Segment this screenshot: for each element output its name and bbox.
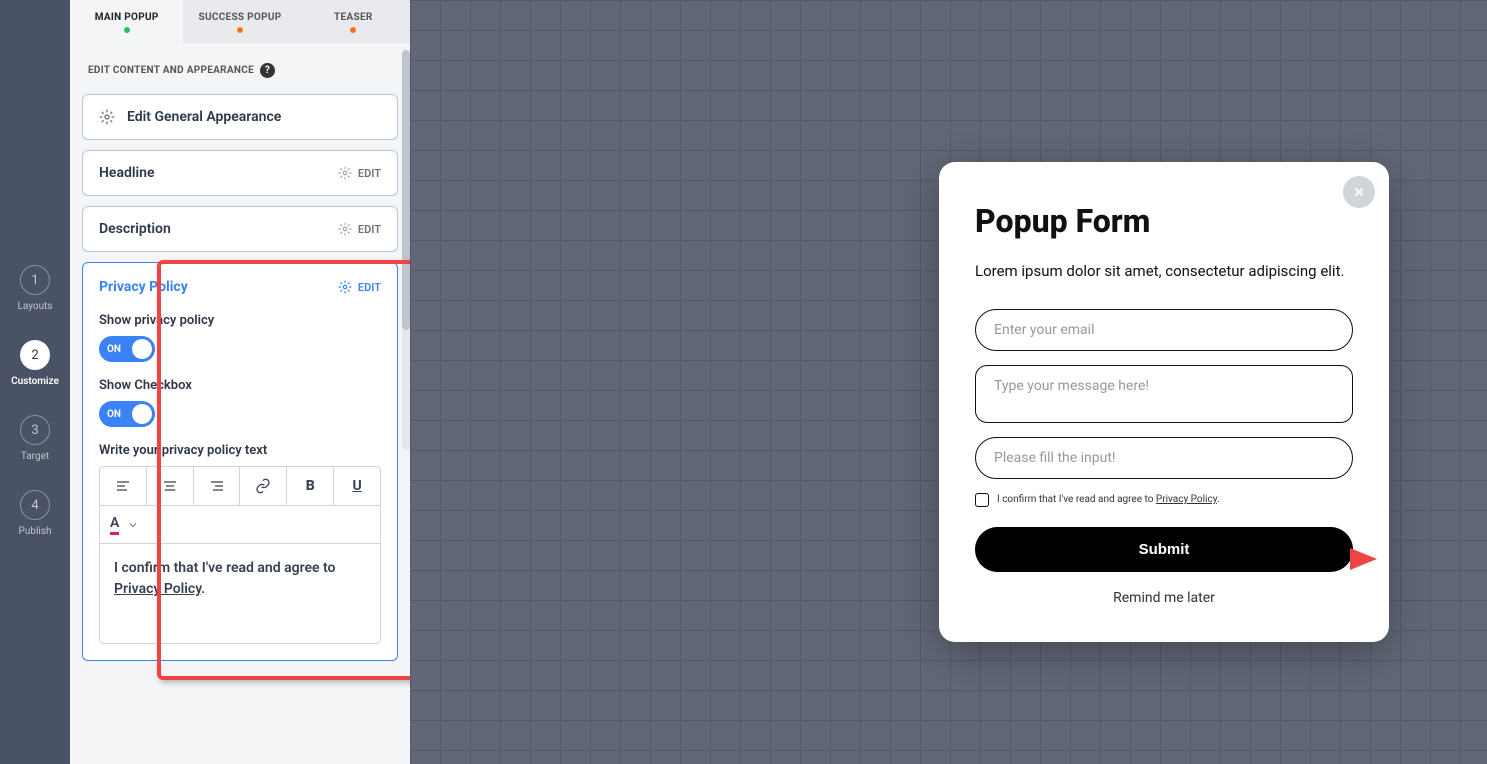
toggle-state: ON <box>107 344 121 355</box>
show-checkbox-label: Show Checkbox <box>99 378 381 393</box>
nav-step-number: 2 <box>20 340 50 370</box>
tab-label: TEASER <box>334 12 373 23</box>
show-privacy-label: Show privacy policy <box>99 313 381 328</box>
edit-label: EDIT <box>358 223 381 236</box>
email-input[interactable]: Enter your email <box>975 309 1353 351</box>
toggle-show-privacy[interactable]: ON <box>99 336 155 362</box>
card-title: Privacy Policy <box>99 279 188 295</box>
underline-button[interactable]: U <box>334 467 380 505</box>
popup-tabs: MAIN POPUP SUCCESS POPUP TEASER <box>70 0 410 43</box>
card-general-appearance[interactable]: Edit General Appearance <box>82 94 398 140</box>
nav-step-label: Customize <box>11 376 59 387</box>
popup-preview: Popup Form Lorem ipsum dolor sit amet, c… <box>939 162 1389 642</box>
nav-step-number: 4 <box>20 490 50 520</box>
nav-step-customize[interactable]: 2 Customize <box>11 340 59 387</box>
help-icon[interactable]: ? <box>260 63 275 78</box>
card-description[interactable]: Description EDIT <box>82 206 398 252</box>
editor-toolbar-row2: A <box>99 506 381 544</box>
card-title: Headline <box>99 165 154 181</box>
wizard-nav: 1 Layouts 2 Customize 3 Target 4 Publish <box>0 0 70 764</box>
gear-icon <box>338 280 352 294</box>
status-dot-icon <box>124 27 130 33</box>
scrollbar[interactable] <box>402 50 410 450</box>
card-privacy-policy: Privacy Policy EDIT Show privacy policy … <box>82 262 398 661</box>
editor-text-prefix: I confirm that I've read and agree to <box>114 560 335 576</box>
align-left-button[interactable] <box>100 467 147 505</box>
scrollbar-thumb[interactable] <box>402 50 410 330</box>
nav-step-number: 1 <box>20 265 50 295</box>
align-right-button[interactable] <box>194 467 241 505</box>
status-dot-icon <box>350 27 356 33</box>
close-button[interactable] <box>1343 176 1375 208</box>
bold-button[interactable]: B <box>287 467 334 505</box>
editor-link: Privacy Policy <box>114 581 201 597</box>
align-center-icon <box>162 478 178 494</box>
edit-button[interactable]: EDIT <box>338 280 381 294</box>
toggle-show-checkbox[interactable]: ON <box>99 401 155 427</box>
toggle-knob <box>132 404 152 424</box>
nav-step-target[interactable]: 3 Target <box>20 415 50 462</box>
privacy-checkbox-row: I confirm that I've read and agree to Pr… <box>975 493 1353 507</box>
popup-description: Lorem ipsum dolor sit amet, consectetur … <box>975 260 1353 283</box>
chevron-down-icon <box>127 519 139 531</box>
card-headline[interactable]: Headline EDIT <box>82 150 398 196</box>
editor-toolbar: B U <box>99 466 381 506</box>
privacy-link[interactable]: Privacy Policy <box>1156 494 1217 505</box>
nav-step-layouts[interactable]: 1 Layouts <box>17 265 52 312</box>
checkbox-text-prefix: I confirm that I've read and agree to <box>997 494 1156 505</box>
link-icon <box>255 478 271 494</box>
gear-icon <box>99 109 115 125</box>
privacy-text-editor[interactable]: I confirm that I've read and agree to Pr… <box>99 544 381 644</box>
write-text-label: Write your privacy policy text <box>99 443 381 458</box>
extra-input[interactable]: Please fill the input! <box>975 437 1353 479</box>
tab-label: MAIN POPUP <box>95 12 159 23</box>
nav-step-label: Target <box>21 451 49 462</box>
edit-label: EDIT <box>358 281 381 294</box>
align-left-icon <box>115 478 131 494</box>
toggle-state: ON <box>107 409 121 420</box>
tab-teaser[interactable]: TEASER <box>297 0 410 43</box>
editor-text-suffix: . <box>201 581 205 597</box>
nav-step-label: Layouts <box>17 301 52 312</box>
card-title: Edit General Appearance <box>127 109 281 125</box>
privacy-checkbox-text: I confirm that I've read and agree to Pr… <box>997 494 1220 505</box>
card-title: Description <box>99 221 171 237</box>
message-textarea[interactable]: Type your message here! <box>975 365 1353 423</box>
tab-label: SUCCESS POPUP <box>199 12 282 23</box>
link-button[interactable] <box>240 467 287 505</box>
close-icon <box>1352 185 1366 199</box>
align-center-button[interactable] <box>147 467 194 505</box>
edit-label: EDIT <box>358 167 381 180</box>
text-color-picker[interactable]: A <box>110 515 139 535</box>
panel-heading-text: EDIT CONTENT AND APPEARANCE <box>88 65 254 76</box>
popup-title: Popup Form <box>975 202 1353 240</box>
nav-step-label: Publish <box>19 526 52 537</box>
checkbox-text-suffix: . <box>1217 494 1220 505</box>
panel-body: EDIT CONTENT AND APPEARANCE ? Edit Gener… <box>70 43 410 764</box>
submit-button[interactable]: Submit <box>975 527 1353 572</box>
remind-later-link[interactable]: Remind me later <box>975 590 1353 606</box>
panel-heading: EDIT CONTENT AND APPEARANCE ? <box>82 63 398 78</box>
text-color-icon: A <box>110 515 119 535</box>
tab-success-popup[interactable]: SUCCESS POPUP <box>183 0 296 43</box>
editor-panel: MAIN POPUP SUCCESS POPUP TEASER EDIT CON… <box>70 0 410 764</box>
gear-icon <box>338 166 352 180</box>
nav-step-number: 3 <box>20 415 50 445</box>
toggle-knob <box>132 339 152 359</box>
preview-canvas[interactable]: Popup Form Lorem ipsum dolor sit amet, c… <box>410 0 1487 764</box>
nav-step-publish[interactable]: 4 Publish <box>19 490 52 537</box>
gear-icon <box>338 222 352 236</box>
align-right-icon <box>209 478 225 494</box>
tab-main-popup[interactable]: MAIN POPUP <box>70 0 183 43</box>
privacy-checkbox[interactable] <box>975 493 989 507</box>
status-dot-icon <box>237 27 243 33</box>
